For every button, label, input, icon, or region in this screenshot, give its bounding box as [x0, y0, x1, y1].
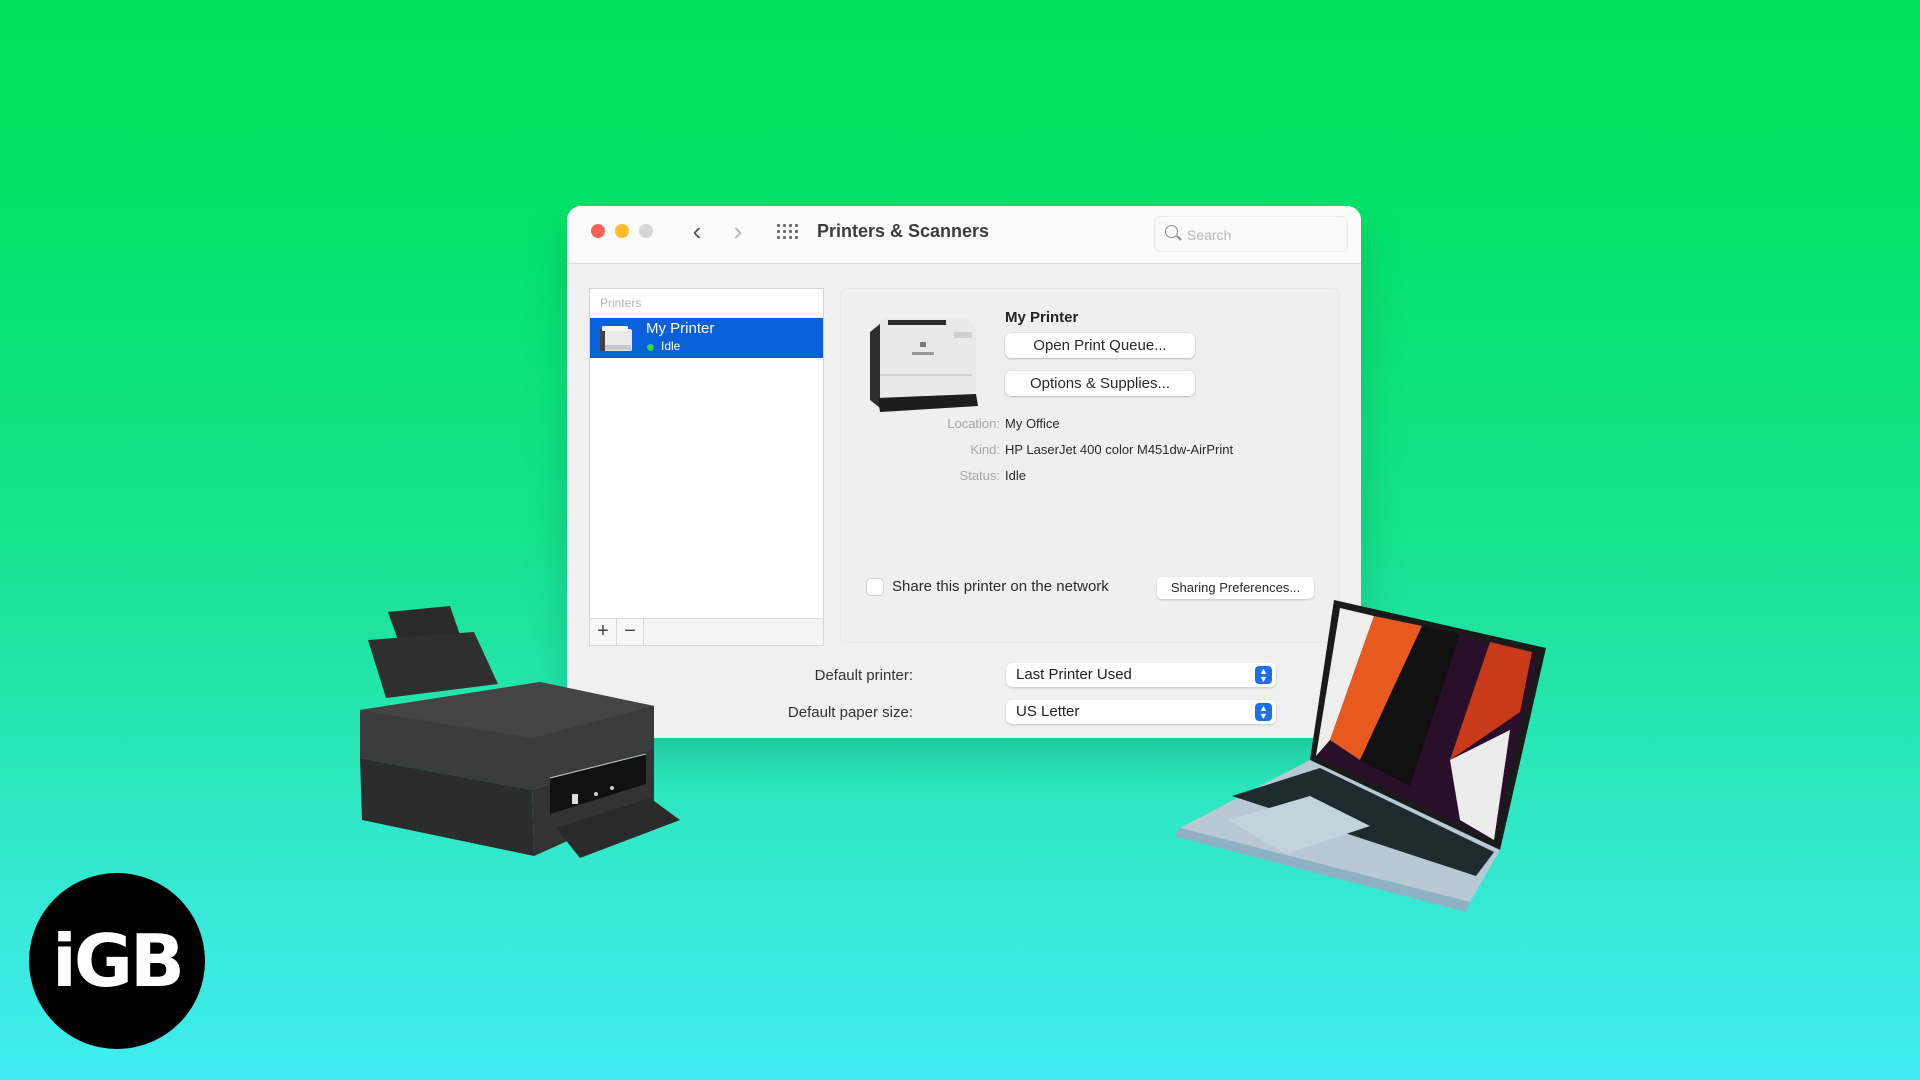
search-input[interactable] — [1185, 223, 1339, 247]
printer-name: My Printer — [646, 320, 715, 337]
close-button[interactable] — [591, 224, 605, 238]
kind-label: Kind: — [970, 442, 1000, 457]
printer-image — [870, 318, 978, 412]
printer-list-item[interactable]: My Printer Idle — [590, 318, 823, 358]
inkjet-printer-image — [360, 606, 680, 858]
minimize-button[interactable] — [615, 224, 629, 238]
title-bar: ‹ › Printers & Scanners — [567, 206, 1361, 264]
chevron-left-icon[interactable]: ‹ — [684, 218, 710, 246]
default-paper-value: US Letter — [1016, 703, 1080, 720]
macbook-laptop-image — [1174, 600, 1546, 912]
show-all-grid-icon[interactable] — [777, 224, 799, 240]
status-label: Status: — [959, 468, 1000, 483]
igb-logo-text: iGB — [52, 919, 185, 1003]
options-supplies-button[interactable]: Options & Supplies... — [1005, 371, 1195, 396]
printers-list: Printers My Printer Idle — [589, 288, 824, 620]
kind-value: HP LaserJet 400 color M451dw-AirPrint — [1005, 442, 1234, 457]
default-paper-label: Default paper size: — [787, 704, 913, 721]
status-dot-icon — [647, 344, 654, 351]
default-printer-label: Default printer: — [814, 667, 913, 684]
printers-list-header: Printers — [590, 289, 823, 318]
printer-thumbnail-icon — [600, 326, 632, 351]
default-printer-value: Last Printer Used — [1016, 666, 1132, 683]
zoom-button[interactable] — [639, 224, 653, 238]
location-value: My Office — [1005, 416, 1060, 431]
chevron-right-icon[interactable]: › — [725, 218, 751, 246]
status-value: Idle — [1005, 468, 1026, 483]
printer-status: Idle — [661, 339, 681, 353]
igb-logo: iGB — [29, 873, 205, 1049]
search-field[interactable] — [1154, 216, 1348, 252]
open-print-queue-button[interactable]: Open Print Queue... — [1005, 333, 1195, 358]
window-title: Printers & Scanners — [817, 221, 990, 241]
share-printer-checkbox[interactable] — [867, 579, 883, 595]
share-printer-label[interactable]: Share this printer on the network — [892, 578, 1109, 595]
location-label: Location: — [947, 416, 1000, 431]
search-icon — [1165, 225, 1178, 238]
selected-printer-name: My Printer — [1005, 309, 1079, 326]
